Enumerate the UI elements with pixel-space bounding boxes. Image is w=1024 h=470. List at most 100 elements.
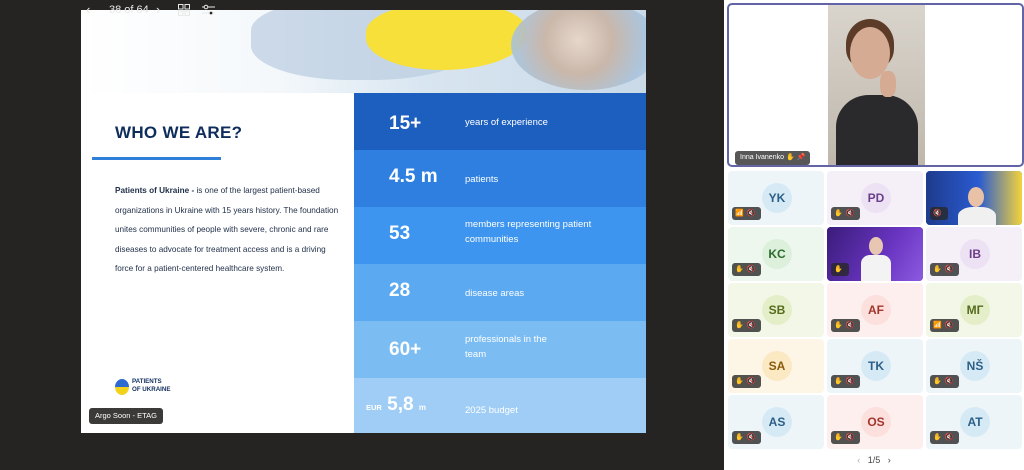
participant-tile[interactable]: МГ 📶🔇	[926, 283, 1022, 337]
hand-icon: ✋	[735, 266, 747, 273]
hand-icon: ✋	[834, 378, 846, 385]
avatar: NŠ	[960, 351, 990, 381]
participant-tile[interactable]: AF ✋🔇	[827, 283, 923, 337]
participant-status-icons: ✋	[831, 263, 849, 276]
participant-face	[968, 187, 984, 207]
chevron-left-icon[interactable]: ‹	[857, 455, 865, 465]
speaker-hand	[880, 71, 896, 97]
mic-off-icon: 🔇	[746, 378, 759, 385]
presenter-name-tag: Argo Soon - ETAG	[89, 408, 163, 424]
stat-number: 4.5 m	[389, 166, 438, 187]
hand-icon: ✋	[735, 322, 747, 329]
stat-row-experience: 15+ years of experience	[354, 93, 646, 150]
stat-label: patients	[465, 174, 499, 185]
chevron-right-icon[interactable]: ›	[156, 0, 160, 20]
stat-number-suffix: m	[418, 403, 426, 412]
avatar: AS	[762, 407, 792, 437]
participant-status-icons: 🔇	[930, 207, 948, 220]
mic-off-icon: 🔇	[944, 434, 957, 441]
participant-tile[interactable]: TK ✋🔇	[827, 339, 923, 393]
stat-number: EUR 5,8 m	[366, 394, 426, 416]
participant-status-icons: ✋🔇	[831, 207, 861, 220]
participant-tile[interactable]: YK 📶🔇	[728, 171, 824, 225]
stat-number: 15+	[389, 113, 422, 134]
avatar: SA	[762, 351, 792, 381]
stat-number: 53	[389, 223, 411, 244]
participant-tile[interactable]: AS ✋🔇	[728, 395, 824, 449]
mic-off-icon: 🔇	[746, 266, 759, 273]
avatar: AT	[960, 407, 990, 437]
stat-row-members: 53 members representing patient communit…	[354, 207, 646, 264]
chevron-right-icon[interactable]: ›	[883, 455, 891, 465]
pin-icon[interactable]: 📌	[797, 154, 806, 161]
participant-tile[interactable]: PD ✋🔇	[827, 171, 923, 225]
participant-tile[interactable]: AT ✋🔇	[926, 395, 1022, 449]
chevron-left-icon[interactable]: ‹	[86, 0, 90, 20]
avatar: KC	[762, 239, 792, 269]
avatar: PD	[861, 183, 891, 213]
participant-tile[interactable]: IB ✋🔇	[926, 227, 1022, 281]
hand-icon: ✋	[834, 434, 846, 441]
slide-heading: WHO WE ARE?	[115, 123, 243, 142]
slide-page-label: 38 of 64	[109, 4, 149, 16]
participant-tile[interactable]: SA ✋🔇	[728, 339, 824, 393]
stats-panel: 15+ years of experience 4.5 m patients 5…	[354, 93, 646, 433]
description-bold: Patients of Ukraine -	[115, 186, 197, 195]
slide-left-panel: WHO WE ARE? Patients of Ukraine - is one…	[81, 93, 354, 433]
logo-text-line1: PATIENTS	[132, 378, 162, 385]
avatar: IB	[960, 239, 990, 269]
speaker-body	[836, 95, 918, 165]
stat-number: 28	[389, 280, 411, 301]
stat-label: members representing patient communities	[465, 219, 592, 245]
stat-row-disease-areas: 28 disease areas	[354, 264, 646, 321]
participant-tile[interactable]: 🔇	[926, 171, 1022, 225]
slide-description: Patients of Ukraine - is one of the larg…	[115, 181, 341, 279]
shared-content-stage: WHO WE ARE? Patients of Ukraine - is one…	[0, 0, 724, 470]
sliders-icon[interactable]	[202, 0, 215, 20]
hand-icon: ✋	[933, 266, 945, 273]
active-speaker-name-text: Inna Ivanenko	[740, 154, 784, 161]
stat-label: 2025 budget	[465, 405, 518, 416]
participant-tile[interactable]: KC ✋🔇	[728, 227, 824, 281]
avatar: AF	[861, 295, 891, 325]
logo-mark-icon	[115, 379, 129, 395]
participant-status-icons: 📶🔇	[930, 319, 960, 332]
participant-status-icons: ✋🔇	[732, 431, 762, 444]
participant-status-icons: ✋🔇	[930, 263, 960, 276]
stat-row-budget: EUR 5,8 m 2025 budget	[354, 378, 646, 433]
participant-tile[interactable]: OS ✋🔇	[827, 395, 923, 449]
participant-body	[958, 207, 996, 225]
stat-label: professionals in the team	[465, 334, 547, 360]
stat-number: 60+	[389, 339, 422, 360]
hand-icon: ✋	[834, 210, 846, 217]
mic-off-icon: 🔇	[933, 210, 945, 217]
participant-status-icons: ✋🔇	[732, 263, 762, 276]
mic-off-icon: 🔇	[944, 378, 957, 385]
participant-tile[interactable]: ✋	[827, 227, 923, 281]
mic-off-icon: 🔇	[845, 434, 858, 441]
participant-status-icons: ✋🔇	[831, 319, 861, 332]
participant-status-icons: ✋🔇	[732, 319, 762, 332]
mic-off-icon: 🔇	[746, 322, 759, 329]
hand-icon: ✋	[834, 266, 846, 273]
hand-icon: ✋	[735, 434, 747, 441]
grid-icon-svg	[178, 4, 190, 16]
grid-icon[interactable]	[178, 0, 190, 20]
mic-off-icon: 🔇	[845, 322, 858, 329]
ukraine-map-shape	[366, 10, 526, 70]
stat-row-patients: 4.5 m patients	[354, 150, 646, 207]
stat-row-professionals: 60+ professionals in the team	[354, 321, 646, 378]
participant-status-icons: ✋🔇	[930, 431, 960, 444]
logo-text-line2: OF UKRAINE	[132, 386, 171, 393]
active-speaker-tile[interactable]: Inna Ivanenko ✋ 📌	[727, 3, 1024, 167]
mic-off-icon: 🔇	[746, 434, 759, 441]
gallery-page-label: 1/5	[867, 455, 881, 465]
participant-status-icons: ✋🔇	[930, 375, 960, 388]
participant-tile[interactable]: NŠ ✋🔇	[926, 339, 1022, 393]
hand-raise-icon: ✋	[785, 154, 795, 161]
avatar: SB	[762, 295, 792, 325]
avatar: МГ	[960, 295, 990, 325]
hands-together-image	[511, 10, 646, 90]
participant-tile[interactable]: SB ✋🔇	[728, 283, 824, 337]
patients-of-ukraine-logo: PATIENTS OF UKRAINE	[115, 377, 205, 401]
